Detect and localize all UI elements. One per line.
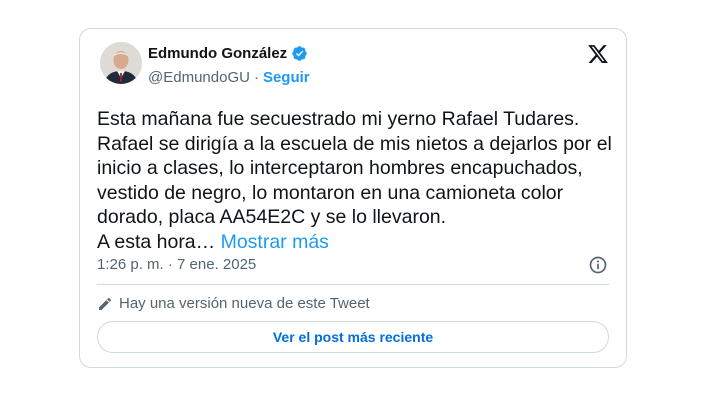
- avatar[interactable]: [100, 42, 142, 84]
- new-version-text: Hay una versión nueva de este Tweet: [119, 295, 370, 312]
- new-version-notice: Hay una versión nueva de este Tweet: [97, 295, 370, 312]
- separator-dot: ·: [253, 69, 259, 86]
- author-handle-row: @EdmundoGU · Seguir: [148, 69, 310, 86]
- view-latest-post-button[interactable]: Ver el post más reciente: [97, 321, 609, 353]
- info-icon[interactable]: [588, 255, 608, 275]
- pencil-icon: [99, 297, 112, 310]
- author-name[interactable]: Edmundo González: [148, 45, 287, 62]
- tweet-card: Edmundo González @EdmundoGU · Seguir Est…: [79, 28, 627, 368]
- author-handle[interactable]: @EdmundoGU: [148, 69, 250, 86]
- tweet-text: Esta mañana fue secuestrado mi yerno Raf…: [97, 107, 617, 255]
- verified-badge-icon: [292, 46, 307, 61]
- show-more-link[interactable]: Mostrar más: [221, 231, 329, 253]
- x-logo-icon[interactable]: [587, 43, 609, 65]
- follow-button[interactable]: Seguir: [263, 69, 310, 86]
- divider: [97, 284, 609, 285]
- tweet-timestamp[interactable]: 1:26 p. m. · 7 ene. 2025: [97, 256, 256, 273]
- tweet-body: Esta mañana fue secuestrado mi yerno Raf…: [97, 108, 612, 253]
- author-name-row[interactable]: Edmundo González: [148, 45, 308, 62]
